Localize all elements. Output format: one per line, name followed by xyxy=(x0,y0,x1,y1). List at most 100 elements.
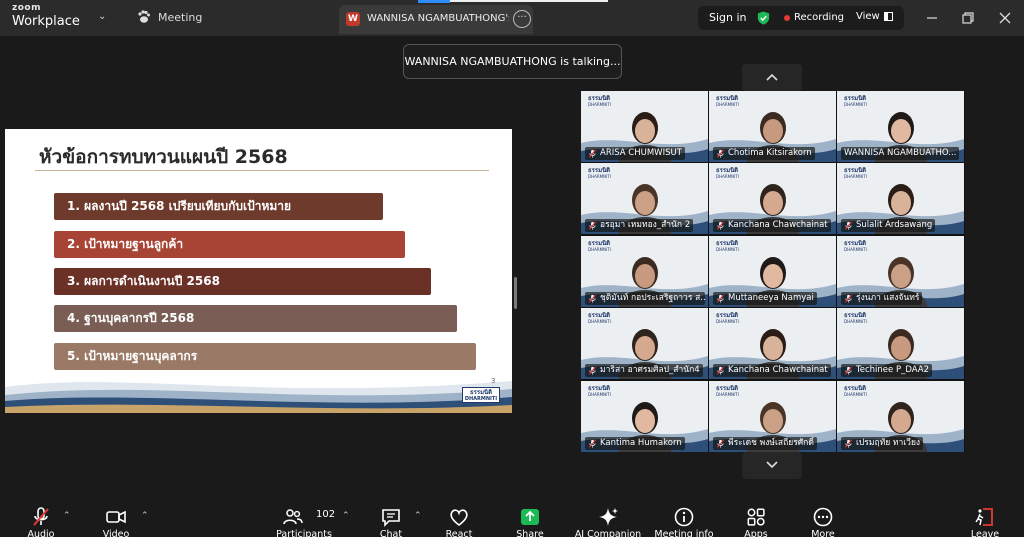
minimize-icon[interactable] xyxy=(922,8,942,28)
participant-tile[interactable]: ธรรมนิติ DHARMNITI อรอุมา เหมทอง_สำนัก 2 xyxy=(581,163,708,234)
participant-tile[interactable]: ธรรมนิติ DHARMNITI มาริสา อาศรมศิลป_สำนัก4 xyxy=(581,308,708,379)
participant-tile[interactable]: ธรรมนิติ DHARMNITI Sulalit Ardsawang xyxy=(837,163,964,234)
video-gallery: ธรรมนิติ DHARMNITI ARISA CHUMWISUT ธรรมนิติ… xyxy=(581,91,965,452)
participant-name-label: Kanchana Chawchainat xyxy=(713,364,831,377)
panel-resize-handle[interactable] xyxy=(514,277,517,309)
view-button[interactable]: View xyxy=(856,11,893,22)
more-icon[interactable]: ··· xyxy=(513,10,531,28)
participants-label: Participants xyxy=(276,529,332,537)
tile-logo-en: DHARMNITI xyxy=(716,174,739,179)
more-icon xyxy=(813,507,833,527)
title-bar: zoom Workplace ⌄ Meeting W WANNISA NGAMB… xyxy=(0,0,1024,36)
participant-name: ชุติมันท์ กอประเสริฐถาวร ส... xyxy=(600,293,705,303)
participant-tile[interactable]: ธรรมนิติ DHARMNITI Techinee P_DAA2 xyxy=(837,308,964,379)
status-group: Sign in Recording View xyxy=(698,6,904,30)
participant-tile[interactable]: ธรรมนิติ DHARMNITI พีระเดช พงษ์เสถียรศักดิ… xyxy=(709,381,836,452)
tile-logo-en: DHARMNITI xyxy=(844,319,867,324)
info-icon xyxy=(674,507,694,527)
mic-muted-icon xyxy=(716,221,725,230)
video-label: Video xyxy=(102,529,130,537)
participant-tile[interactable]: ธรรมนิติ DHARMNITI เปรมฤทัย ทาเวียง xyxy=(837,381,964,452)
meeting-info-label: Meeting info xyxy=(654,529,714,537)
participant-name: Kanchana Chawchainat xyxy=(728,220,828,230)
sign-in-button[interactable]: Sign in xyxy=(709,11,747,24)
tab-screen-share[interactable]: W WANNISA NGAMBUATHONG's sc ··· xyxy=(339,5,533,34)
participant-name: Kantima Humakorn xyxy=(600,438,682,448)
video-options-caret-icon[interactable]: ⌃ xyxy=(141,511,149,521)
video-camera-icon xyxy=(106,510,126,524)
gallery-page-up-button[interactable] xyxy=(742,64,802,91)
mic-muted-icon xyxy=(716,149,725,158)
meeting-button[interactable]: Meeting xyxy=(136,9,202,25)
participant-tile[interactable]: ธรรมนิติ DHARMNITI ชุติมันท์ กอประเสริฐถาว… xyxy=(581,236,708,307)
audio-options-caret-icon[interactable]: ⌃ xyxy=(63,511,71,521)
tile-logo-th: ธรรมนิติ xyxy=(844,385,867,392)
chat-options-caret-icon[interactable]: ⌃ xyxy=(414,511,422,521)
participant-tile[interactable]: ธรรมนิติ DHARMNITI ARISA CHUMWISUT xyxy=(581,91,708,162)
participant-name: พีระเดช พงษ์เสถียรศักดิ์ xyxy=(728,438,814,448)
recording-status[interactable]: Recording xyxy=(794,12,844,23)
audio-label: Audio xyxy=(27,529,55,537)
participant-name: มาริสา อาศรมศิลป_สำนัก4 xyxy=(600,365,700,375)
participant-tile[interactable]: ธรรมนิติ DHARMNITI WANNISA NGAMBUATHO... xyxy=(837,91,964,162)
slide-wave-decoration xyxy=(5,381,512,413)
mic-muted-icon xyxy=(844,439,853,448)
tile-logo-en: DHARMNITI xyxy=(588,247,611,252)
tile-logo: ธรรมนิติ DHARMNITI xyxy=(588,313,611,325)
shared-screen-slide: หัวข้อการทบทวนแผนปี 2568 1. ผลงานปี 2568… xyxy=(5,129,512,413)
share-button[interactable]: Share xyxy=(495,497,565,537)
tile-logo-th: ธรรมนิติ xyxy=(716,385,739,392)
agenda-item: 1. ผลงานปี 2568 เปรียบเทียบกับเป้าหมาย xyxy=(54,193,383,220)
leave-button[interactable]: Leave xyxy=(950,497,1020,537)
mic-muted-icon xyxy=(33,507,49,526)
close-icon[interactable] xyxy=(995,8,1015,28)
tile-logo-en: DHARMNITI xyxy=(588,102,611,107)
participant-name: เปรมฤทัย ทาเวียง xyxy=(856,438,921,448)
tile-logo-th: ธรรมนิติ xyxy=(844,240,867,247)
meeting-info-button[interactable]: Meeting info xyxy=(649,497,719,537)
participant-name-label: รุ่งนภา แสงจันทร์ xyxy=(841,292,923,305)
react-button[interactable]: React xyxy=(424,497,494,537)
shield-check-icon[interactable] xyxy=(756,10,771,26)
apps-label: Apps xyxy=(744,529,768,537)
view-layout-icon xyxy=(883,12,893,21)
participant-tile[interactable]: ธรรมนิติ DHARMNITI รุ่งนภา แสงจันทร์ xyxy=(837,236,964,307)
mic-muted-icon xyxy=(844,294,853,303)
leave-label: Leave xyxy=(970,529,1000,537)
apps-button[interactable]: Apps xyxy=(721,497,791,537)
participant-tile[interactable]: ธรรมนิติ DHARMNITI Kantima Humakorn xyxy=(581,381,708,452)
chevron-down-icon[interactable]: ⌄ xyxy=(98,11,106,22)
tile-logo-th: ธรรมนิติ xyxy=(716,95,739,102)
ai-companion-button[interactable]: AI Companion xyxy=(568,497,648,537)
tile-logo-en: DHARMNITI xyxy=(716,319,739,324)
participant-tile[interactable]: ธรรมนิติ DHARMNITI Muttaneeya Namyai xyxy=(709,236,836,307)
participant-name-label: พีระเดช พงษ์เสถียรศักดิ์ xyxy=(713,437,817,450)
tile-logo: ธรรมนิติ DHARMNITI xyxy=(844,386,867,398)
apps-icon xyxy=(747,508,765,526)
participant-name: Chotima Kitsirakorn xyxy=(728,148,812,158)
participant-name: รุ่งนภา แสงจันทร์ xyxy=(856,293,920,303)
brand-large: Workplace xyxy=(12,14,80,29)
active-tab-indicator xyxy=(418,0,450,3)
logo-th: ธรรมนิติ xyxy=(469,389,493,396)
chevron-down-icon xyxy=(766,461,778,469)
restore-icon[interactable] xyxy=(958,8,978,28)
mic-muted-icon xyxy=(716,439,725,448)
more-button[interactable]: More xyxy=(788,497,858,537)
participant-tile[interactable]: ธรรมนิติ DHARMNITI Kanchana Chawchainat xyxy=(709,308,836,379)
mic-muted-icon xyxy=(588,366,597,375)
participant-name: อรอุมา เหมทอง_สำนัก 2 xyxy=(600,220,691,230)
participant-name: Muttaneeya Namyai xyxy=(728,293,814,303)
participant-tile[interactable]: ธรรมนิติ DHARMNITI Kanchana Chawchainat xyxy=(709,163,836,234)
participant-name-label: Techinee P_DAA2 xyxy=(841,364,932,377)
participants-options-caret-icon[interactable]: ⌃ xyxy=(342,511,350,521)
tile-logo-en: DHARMNITI xyxy=(716,247,739,252)
participant-name-label: อรอุมา เหมทอง_สำนัก 2 xyxy=(585,219,694,232)
tile-logo-th: ธรรมนิติ xyxy=(588,385,611,392)
participant-tile[interactable]: ธรรมนิติ DHARMNITI Chotima Kitsirakorn xyxy=(709,91,836,162)
participant-name-label: Sulalit Ardsawang xyxy=(841,219,936,232)
recording-dot-icon xyxy=(784,15,790,21)
tile-logo-th: ธรรมนิติ xyxy=(588,312,611,319)
gallery-page-down-button[interactable] xyxy=(742,452,802,479)
view-label: View xyxy=(856,11,880,22)
